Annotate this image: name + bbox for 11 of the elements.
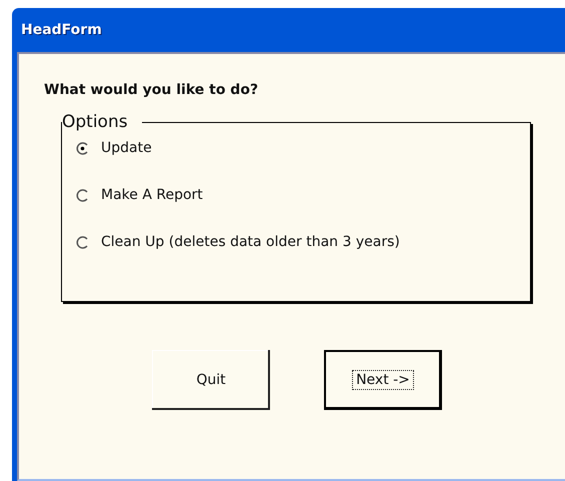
option-label: Make A Report [101,187,203,203]
question-text: What would you like to do? [44,82,260,98]
option-label: Update [101,140,152,156]
window-title: HeadForm [21,22,102,38]
radio-button[interactable] [76,188,89,202]
group-label: Options [62,112,129,132]
option-label: Clean Up (deletes data older than 3 years) [101,234,400,250]
radio-button[interactable] [76,236,89,248]
radio-button[interactable] [76,142,89,154]
next-button[interactable]: Next -> [324,350,442,410]
quit-button[interactable]: Quit [152,350,270,410]
